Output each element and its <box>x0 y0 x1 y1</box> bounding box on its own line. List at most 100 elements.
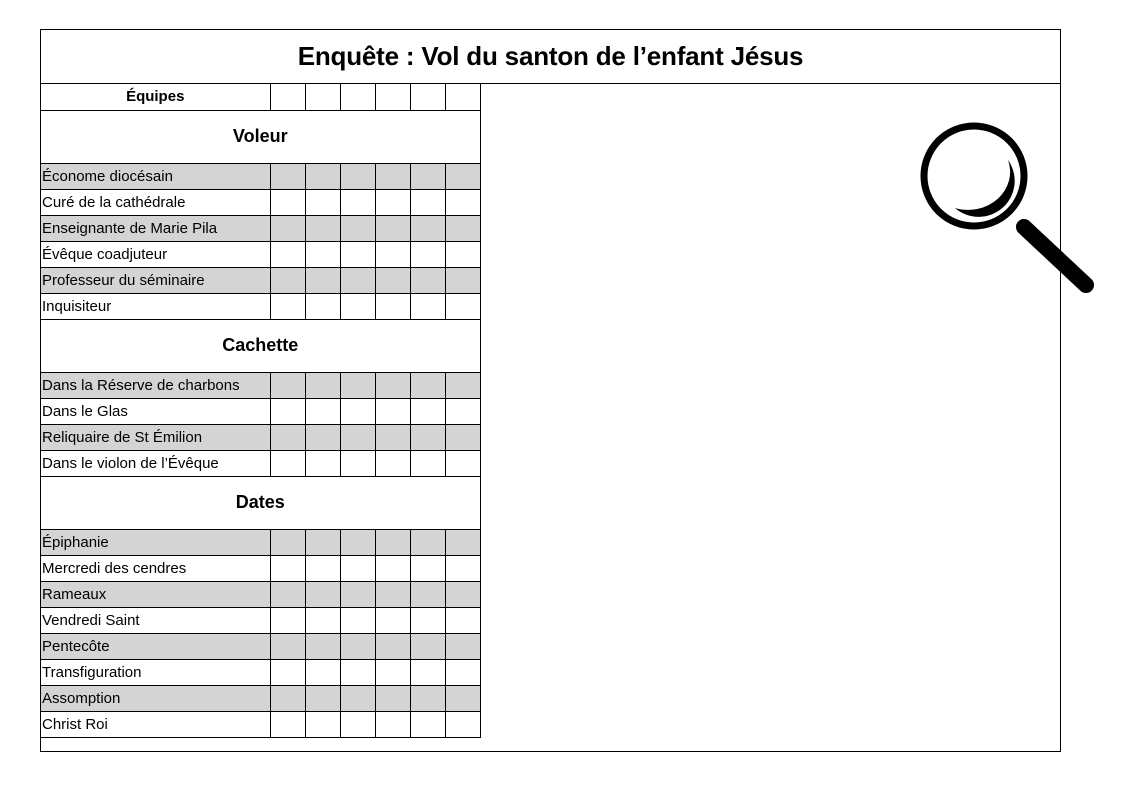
check-cell[interactable] <box>409 397 446 425</box>
check-cell[interactable] <box>444 162 481 190</box>
check-cell[interactable] <box>409 632 446 660</box>
check-cell[interactable] <box>339 449 376 477</box>
check-cell[interactable] <box>269 606 306 634</box>
check-cell[interactable] <box>374 371 411 399</box>
check-cell[interactable] <box>374 266 411 294</box>
check-cell[interactable] <box>444 710 481 738</box>
check-cell[interactable] <box>304 266 341 294</box>
check-cell[interactable] <box>304 449 341 477</box>
check-cell[interactable] <box>339 292 376 320</box>
check-cell[interactable] <box>374 606 411 634</box>
check-cell[interactable] <box>409 580 446 608</box>
check-cell[interactable] <box>304 554 341 582</box>
check-cell[interactable] <box>339 606 376 634</box>
check-cell[interactable] <box>444 449 481 477</box>
check-cell[interactable] <box>269 240 306 268</box>
check-cell[interactable] <box>269 580 306 608</box>
check-cell[interactable] <box>269 658 306 686</box>
check-cell[interactable] <box>304 606 341 634</box>
check-cell[interactable] <box>444 188 481 216</box>
check-cell[interactable] <box>374 292 411 320</box>
check-cell[interactable] <box>409 423 446 451</box>
check-cell[interactable] <box>269 632 306 660</box>
check-cell[interactable] <box>444 632 481 660</box>
check-cell[interactable] <box>339 684 376 712</box>
check-cell[interactable] <box>304 684 341 712</box>
check-cell[interactable] <box>269 397 306 425</box>
check-cell[interactable] <box>374 580 411 608</box>
check-cell[interactable] <box>409 266 446 294</box>
check-cell[interactable] <box>304 188 341 216</box>
check-cell[interactable] <box>409 188 446 216</box>
check-cell[interactable] <box>269 423 306 451</box>
check-cell[interactable] <box>374 214 411 242</box>
check-cell[interactable] <box>269 528 306 556</box>
check-cell[interactable] <box>339 397 376 425</box>
check-cell[interactable] <box>444 606 481 634</box>
check-cell[interactable] <box>409 371 446 399</box>
check-cell[interactable] <box>304 658 341 686</box>
check-cell[interactable] <box>304 710 341 738</box>
check-cell[interactable] <box>444 658 481 686</box>
check-cell[interactable] <box>304 528 341 556</box>
check-cell[interactable] <box>409 554 446 582</box>
check-cell[interactable] <box>304 371 341 399</box>
check-cell[interactable] <box>374 240 411 268</box>
check-cell[interactable] <box>444 423 481 451</box>
check-cell[interactable] <box>269 292 306 320</box>
check-cell[interactable] <box>304 632 341 660</box>
check-cell[interactable] <box>444 397 481 425</box>
check-cell[interactable] <box>339 528 376 556</box>
check-cell[interactable] <box>339 580 376 608</box>
check-cell[interactable] <box>339 710 376 738</box>
check-cell[interactable] <box>269 684 306 712</box>
check-cell[interactable] <box>269 214 306 242</box>
check-cell[interactable] <box>409 162 446 190</box>
check-cell[interactable] <box>409 449 446 477</box>
check-cell[interactable] <box>444 684 481 712</box>
check-cell[interactable] <box>444 580 481 608</box>
check-cell[interactable] <box>374 528 411 556</box>
check-cell[interactable] <box>269 710 306 738</box>
check-cell[interactable] <box>374 658 411 686</box>
check-cell[interactable] <box>374 632 411 660</box>
check-cell[interactable] <box>374 162 411 190</box>
check-cell[interactable] <box>444 371 481 399</box>
check-cell[interactable] <box>339 240 376 268</box>
check-cell[interactable] <box>444 292 481 320</box>
check-cell[interactable] <box>339 214 376 242</box>
check-cell[interactable] <box>409 658 446 686</box>
check-cell[interactable] <box>304 423 341 451</box>
check-cell[interactable] <box>269 554 306 582</box>
check-cell[interactable] <box>444 266 481 294</box>
check-cell[interactable] <box>409 710 446 738</box>
check-cell[interactable] <box>339 554 376 582</box>
check-cell[interactable] <box>339 371 376 399</box>
check-cell[interactable] <box>444 554 481 582</box>
check-cell[interactable] <box>304 214 341 242</box>
check-cell[interactable] <box>374 554 411 582</box>
check-cell[interactable] <box>374 449 411 477</box>
check-cell[interactable] <box>304 580 341 608</box>
check-cell[interactable] <box>409 606 446 634</box>
check-cell[interactable] <box>339 658 376 686</box>
check-cell[interactable] <box>374 684 411 712</box>
check-cell[interactable] <box>374 188 411 216</box>
check-cell[interactable] <box>339 423 376 451</box>
check-cell[interactable] <box>339 632 376 660</box>
check-cell[interactable] <box>409 240 446 268</box>
check-cell[interactable] <box>304 240 341 268</box>
check-cell[interactable] <box>374 710 411 738</box>
check-cell[interactable] <box>409 292 446 320</box>
check-cell[interactable] <box>444 528 481 556</box>
check-cell[interactable] <box>269 162 306 190</box>
check-cell[interactable] <box>339 266 376 294</box>
check-cell[interactable] <box>269 449 306 477</box>
check-cell[interactable] <box>269 266 306 294</box>
check-cell[interactable] <box>304 292 341 320</box>
check-cell[interactable] <box>304 162 341 190</box>
check-cell[interactable] <box>444 214 481 242</box>
check-cell[interactable] <box>444 240 481 268</box>
check-cell[interactable] <box>304 397 341 425</box>
check-cell[interactable] <box>269 188 306 216</box>
